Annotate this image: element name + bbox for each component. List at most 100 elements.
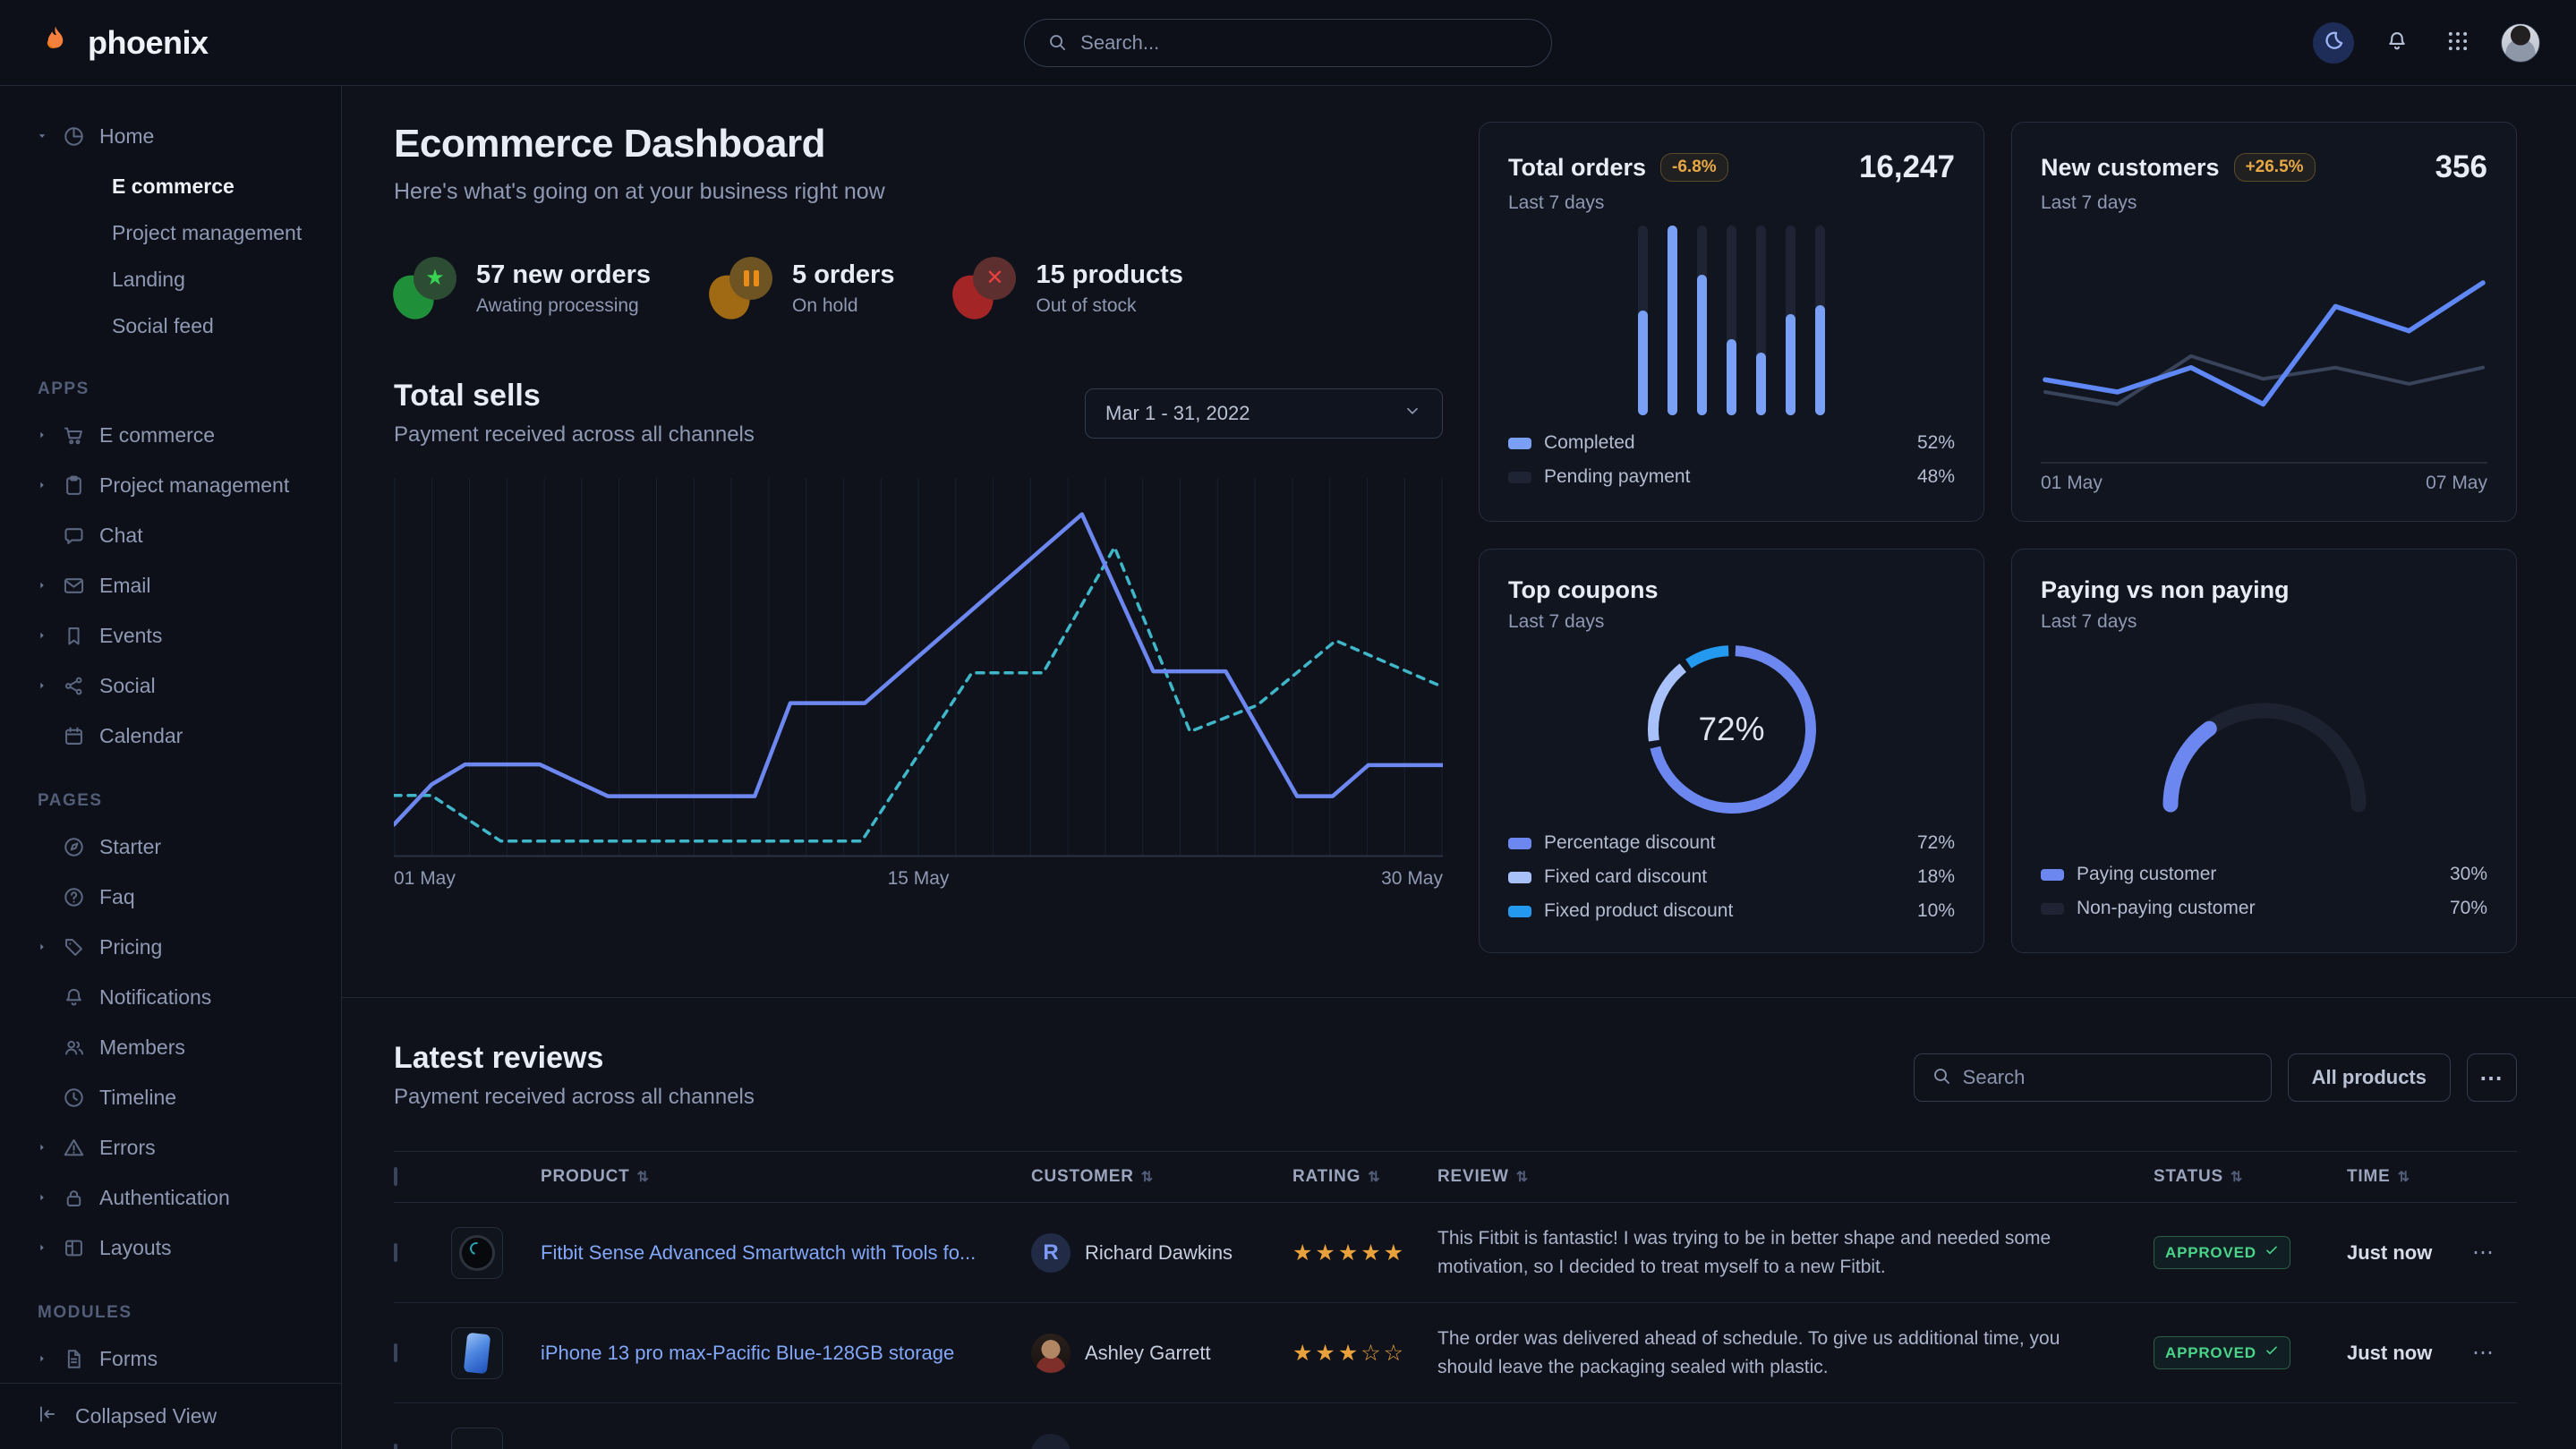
sidebar-item-e-commerce[interactable]: E commerce	[27, 410, 318, 460]
sidebar-item-members[interactable]: Members	[27, 1022, 318, 1072]
product-link[interactable]: iPhone 13 pro max-Pacific Blue-128GB sto…	[541, 1342, 981, 1364]
sidebar-item-starter[interactable]: Starter	[27, 822, 318, 872]
sidebar-item-landing[interactable]: Landing	[27, 256, 318, 303]
row-actions-button[interactable]: ⋯	[2472, 1340, 2517, 1366]
reviews-more-button[interactable]: ⋯	[2467, 1053, 2517, 1102]
notifications-button[interactable]	[2379, 25, 2415, 61]
customer-avatar[interactable]: R	[1031, 1233, 1070, 1273]
sidebar-item-layouts[interactable]: Layouts	[27, 1223, 318, 1273]
sidebar-item-forms[interactable]: Forms	[27, 1334, 318, 1383]
page-subtitle: Here's what's going on at your business …	[394, 179, 1443, 205]
sidebar-item-email[interactable]: Email	[27, 560, 318, 610]
bookmark-icon	[62, 624, 86, 648]
sidebar-item-calendar[interactable]: Calendar	[27, 711, 318, 761]
legend-swatch	[1508, 838, 1531, 849]
sidebar-item-timeline[interactable]: Timeline	[27, 1072, 318, 1122]
caret-right-icon	[36, 1352, 48, 1365]
select-all-checkbox[interactable]	[394, 1167, 397, 1186]
row-product-cell: Fitbit Sense Advanced Smartwatch with To…	[541, 1240, 1031, 1266]
legend-percentage-discount: Percentage discount 72%	[1508, 826, 1955, 860]
customer-avatar[interactable]	[1031, 1334, 1070, 1373]
column-header-time[interactable]: TIME⇅	[2347, 1167, 2472, 1187]
dashboard-left-column: Ecommerce Dashboard Here's what's going …	[394, 122, 1443, 997]
navbar-search[interactable]	[1024, 19, 1552, 67]
sort-icon: ⇅	[1368, 1168, 1380, 1186]
card-value: 16,247	[1859, 149, 1955, 185]
sidebar-item-label: Pricing	[99, 935, 162, 959]
sidebar-item-authentication[interactable]: Authentication	[27, 1172, 318, 1223]
sidebar: HomeE commerceProject managementLandingS…	[0, 86, 342, 1449]
brand[interactable]: phoenix	[36, 23, 209, 63]
column-header-review[interactable]: REVIEW⇅	[1437, 1167, 2154, 1187]
stat-headline: 5 orders	[792, 260, 894, 290]
order-bar	[1786, 226, 1796, 415]
status-label: APPROVED	[2165, 1344, 2256, 1362]
cart-icon	[62, 423, 86, 447]
reviews-subtitle: Payment received across all channels	[394, 1085, 755, 1110]
sidebar-section-apps: APPS	[38, 379, 318, 399]
legend-label: Non-paying customer	[2077, 898, 2256, 919]
sort-icon: ⇅	[637, 1168, 650, 1186]
sidebar-item-label: Members	[99, 1036, 185, 1060]
sidebar-item-label: Email	[99, 574, 151, 598]
row-checkbox[interactable]	[394, 1243, 397, 1262]
row-checkbox[interactable]	[394, 1444, 397, 1449]
all-products-button[interactable]: All products	[2288, 1053, 2451, 1102]
product-image[interactable]	[451, 1428, 503, 1449]
mail-icon	[62, 574, 86, 598]
sidebar-item-project-management[interactable]: Project management	[27, 209, 318, 256]
card-period: Last 7 days	[2041, 192, 2487, 214]
sidebar-item-notifications[interactable]: Notifications	[27, 972, 318, 1022]
collapsed-view-label: Collapsed View	[75, 1404, 217, 1428]
column-label: REVIEW	[1437, 1167, 1509, 1187]
sidebar-item-project-management[interactable]: Project management	[27, 460, 318, 510]
row-actions-button[interactable]: ⋯	[2472, 1240, 2517, 1266]
column-label: CUSTOMER	[1031, 1167, 1134, 1187]
product-image[interactable]	[451, 1327, 503, 1379]
stat-on-hold: 5 orders On hold	[710, 257, 894, 320]
reviews-search[interactable]	[1914, 1053, 2272, 1102]
reviews-search-input[interactable]	[1963, 1066, 2255, 1089]
collapsed-view-toggle[interactable]: Collapsed View	[0, 1383, 341, 1449]
legend-value: 70%	[2450, 898, 2487, 919]
sidebar-item-chat[interactable]: Chat	[27, 510, 318, 560]
sidebar-item-e-commerce[interactable]: E commerce	[27, 163, 318, 209]
row-checkbox-cell	[394, 1445, 451, 1449]
search-icon	[1046, 31, 1068, 55]
stat-caption: Out of stock	[1036, 295, 1182, 317]
sidebar-item-label: Errors	[99, 1136, 156, 1160]
column-header-product[interactable]: PRODUCT⇅	[541, 1167, 1031, 1187]
clipboard-icon	[62, 473, 86, 498]
file-icon	[62, 1347, 86, 1371]
sidebar-item-home[interactable]: Home	[27, 111, 318, 161]
share-icon	[62, 674, 86, 698]
sidebar-item-errors[interactable]: Errors	[27, 1122, 318, 1172]
caret-right-icon	[36, 629, 48, 642]
sidebar-item-events[interactable]: Events	[27, 610, 318, 661]
pause-icon	[744, 270, 759, 286]
stat-icon	[710, 257, 772, 320]
sidebar-item-social[interactable]: Social	[27, 661, 318, 711]
theme-toggle-button[interactable]	[2313, 22, 2354, 64]
caret-right-icon	[36, 429, 48, 441]
legend-label: Fixed card discount	[1544, 866, 1707, 888]
page-title: Ecommerce Dashboard	[394, 122, 1443, 166]
product-link[interactable]: Fitbit Sense Advanced Smartwatch with To…	[541, 1241, 1002, 1264]
sidebar-item-faq[interactable]: Faq	[27, 872, 318, 922]
legend-label: Fixed product discount	[1544, 900, 1733, 922]
caret-right-icon	[36, 1241, 48, 1254]
navbar-search-input[interactable]	[1080, 31, 1530, 55]
paying-legend: Paying customer 30% Non-paying customer …	[2041, 857, 2487, 925]
axis-label-mid: 15 May	[888, 868, 950, 890]
column-header-customer[interactable]: CUSTOMER⇅	[1031, 1167, 1292, 1187]
user-avatar[interactable]	[2501, 23, 2540, 63]
date-range-select[interactable]: Mar 1 - 31, 2022	[1085, 388, 1443, 439]
row-checkbox[interactable]	[394, 1343, 397, 1362]
apps-grid-button[interactable]	[2440, 25, 2476, 61]
sidebar-item-social-feed[interactable]: Social feed	[27, 303, 318, 349]
product-image[interactable]	[451, 1227, 503, 1279]
sidebar-item-pricing[interactable]: Pricing	[27, 922, 318, 972]
column-header-status[interactable]: STATUS⇅	[2154, 1167, 2347, 1187]
total-orders-card: Total orders -6.8% 16,247 Last 7 days Co…	[1479, 122, 1984, 522]
column-header-rating[interactable]: RATING⇅	[1292, 1167, 1437, 1187]
